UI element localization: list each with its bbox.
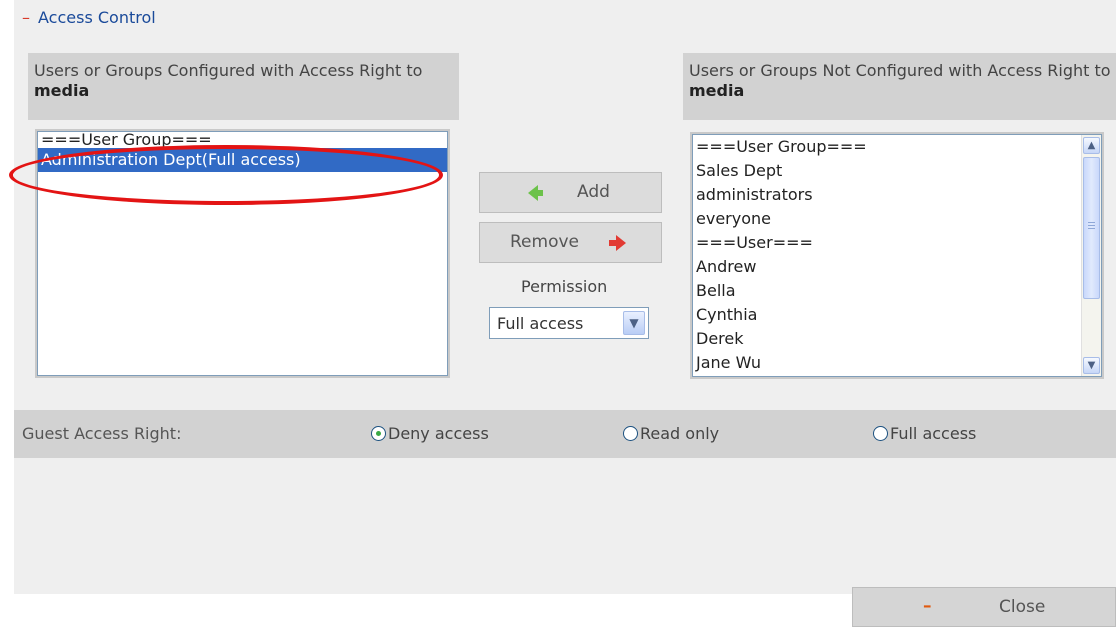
arrow-right-icon [609, 235, 626, 251]
scroll-up-icon[interactable]: ▲ [1083, 137, 1100, 154]
radio-label: Read only [640, 424, 720, 443]
scrollbar-thumb[interactable] [1083, 157, 1100, 299]
list-item[interactable]: ===User Group=== [693, 135, 1101, 159]
list-item[interactable]: Cynthia [693, 303, 1101, 327]
remove-button-label: Remove [510, 232, 579, 252]
permission-value: Full access [497, 314, 584, 333]
add-button[interactable]: Add [479, 172, 662, 213]
close-button-label: Close [999, 597, 1046, 617]
list-item[interactable]: Andrew [693, 255, 1101, 279]
radio-deny-access[interactable]: Deny access [371, 424, 489, 443]
radio-unchecked-icon[interactable] [623, 426, 638, 441]
radio-label: Deny access [388, 424, 489, 443]
list-item[interactable]: administrators [693, 183, 1101, 207]
radio-full-access[interactable]: Full access [873, 424, 976, 443]
guest-access-label: Guest Access Right: [22, 424, 182, 443]
list-item[interactable]: Jane Wu [693, 351, 1101, 375]
list-item[interactable]: Bella [693, 279, 1101, 303]
list-item[interactable]: everyone [693, 207, 1101, 231]
share-name: media [689, 81, 745, 100]
configured-header-text: Users or Groups Configured with Access R… [34, 61, 423, 80]
section-title: Access Control [38, 8, 156, 27]
chevron-down-icon[interactable]: ▼ [623, 311, 645, 335]
configured-users-header: Users or Groups Configured with Access R… [28, 53, 459, 120]
close-button[interactable]: – Close [852, 587, 1116, 627]
arrow-left-icon [528, 185, 543, 201]
unconfigured-header-text: Users or Groups Not Configured with Acce… [689, 61, 1111, 80]
radio-checked-icon[interactable] [371, 426, 386, 441]
access-control-header[interactable]: – Access Control [22, 8, 156, 27]
collapse-icon[interactable]: – [22, 8, 30, 27]
grip-icon [1088, 222, 1095, 231]
list-item[interactable]: ===User=== [693, 231, 1101, 255]
vertical-scrollbar[interactable]: ▲ ▼ [1081, 135, 1101, 376]
add-button-label: Add [577, 182, 610, 202]
radio-label: Full access [890, 424, 977, 443]
radio-read-only[interactable]: Read only [623, 424, 719, 443]
list-item[interactable]: Sales Dept [693, 159, 1101, 183]
close-dash-icon: – [923, 596, 932, 616]
permission-select[interactable]: Full access ▼ [489, 307, 649, 339]
list-item[interactable]: Derek [693, 327, 1101, 351]
scroll-down-icon[interactable]: ▼ [1083, 357, 1100, 374]
radio-unchecked-icon[interactable] [873, 426, 888, 441]
remove-button[interactable]: Remove [479, 222, 662, 263]
unconfigured-users-list[interactable]: ===User Group=== Sales Dept administrato… [692, 134, 1102, 377]
highlight-oval [9, 145, 443, 205]
share-name: media [34, 81, 90, 100]
permission-label: Permission [521, 277, 608, 296]
unconfigured-users-header: Users or Groups Not Configured with Acce… [683, 53, 1116, 120]
